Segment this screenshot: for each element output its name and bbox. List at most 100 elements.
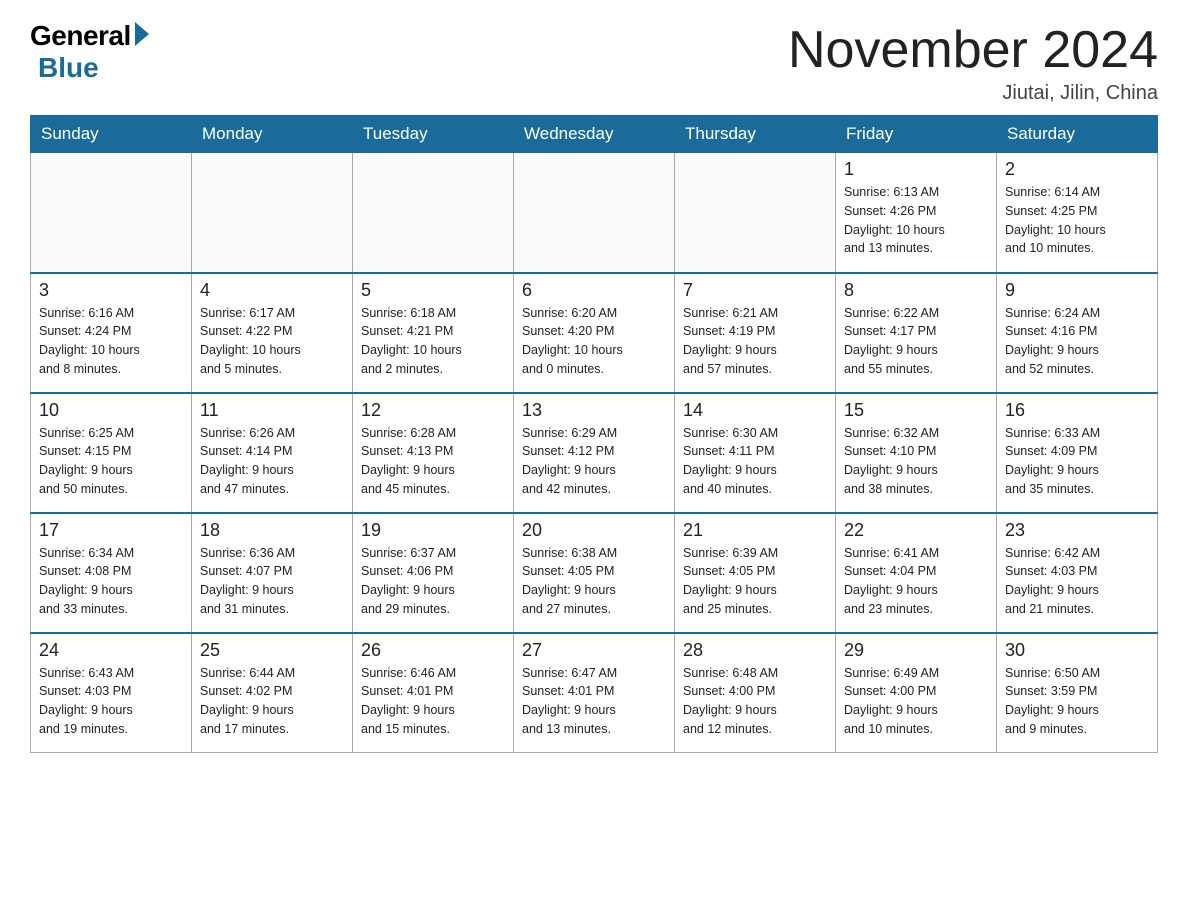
day-info: Sunrise: 6:49 AMSunset: 4:00 PMDaylight:… — [844, 664, 988, 739]
calendar-cell: 17 Sunrise: 6:34 AMSunset: 4:08 PMDayligh… — [31, 513, 192, 633]
day-number: 19 — [361, 520, 505, 541]
day-number: 24 — [39, 640, 183, 661]
logo-general-text: General — [30, 20, 131, 52]
day-info: Sunrise: 6:26 AMSunset: 4:14 PMDaylight:… — [200, 424, 344, 499]
calendar-cell — [514, 153, 675, 273]
day-number: 22 — [844, 520, 988, 541]
calendar-cell: 16 Sunrise: 6:33 AMSunset: 4:09 PMDayligh… — [997, 393, 1158, 513]
day-info: Sunrise: 6:13 AMSunset: 4:26 PMDaylight:… — [844, 183, 988, 258]
calendar-cell: 22 Sunrise: 6:41 AMSunset: 4:04 PMDayligh… — [836, 513, 997, 633]
day-number: 3 — [39, 280, 183, 301]
day-info: Sunrise: 6:17 AMSunset: 4:22 PMDaylight:… — [200, 304, 344, 379]
title-section: November 2024 Jiutai, Jilin, China — [788, 20, 1158, 105]
calendar-cell: 11 Sunrise: 6:26 AMSunset: 4:14 PMDayligh… — [192, 393, 353, 513]
calendar-week-5: 24 Sunrise: 6:43 AMSunset: 4:03 PMDayligh… — [31, 633, 1158, 753]
day-number: 26 — [361, 640, 505, 661]
calendar-cell: 12Sunrise: 6:28 AMSunset: 4:13 PMDayligh… — [353, 393, 514, 513]
calendar-cell — [192, 153, 353, 273]
calendar-cell: 2Sunrise: 6:14 AMSunset: 4:25 PMDaylight… — [997, 153, 1158, 273]
day-info: Sunrise: 6:18 AMSunset: 4:21 PMDaylight:… — [361, 304, 505, 379]
calendar-cell: 3 Sunrise: 6:16 AMSunset: 4:24 PMDaylight… — [31, 273, 192, 393]
day-info: Sunrise: 6:25 AMSunset: 4:15 PMDaylight:… — [39, 424, 183, 499]
month-title: November 2024 — [788, 20, 1158, 80]
calendar-cell: 26 Sunrise: 6:46 AMSunset: 4:01 PMDayligh… — [353, 633, 514, 753]
calendar-cell: 6Sunrise: 6:20 AMSunset: 4:20 PMDaylight… — [514, 273, 675, 393]
day-number: 5 — [361, 280, 505, 301]
logo-arrow-icon — [135, 22, 149, 46]
calendar-cell: 19 Sunrise: 6:37 AMSunset: 4:06 PMDayligh… — [353, 513, 514, 633]
day-number: 29 — [844, 640, 988, 661]
calendar-cell: 30 Sunrise: 6:50 AMSunset: 3:59 PMDayligh… — [997, 633, 1158, 753]
page-header: General Blue November 2024 Jiutai, Jilin… — [30, 20, 1158, 105]
day-info: Sunrise: 6:22 AMSunset: 4:17 PMDaylight:… — [844, 304, 988, 379]
day-info: Sunrise: 6:34 AMSunset: 4:08 PMDaylight:… — [39, 544, 183, 619]
day-info: Sunrise: 6:44 AMSunset: 4:02 PMDaylight:… — [200, 664, 344, 739]
day-number: 15 — [844, 400, 988, 421]
calendar-header-row: SundayMondayTuesdayWednesdayThursdayFrid… — [31, 116, 1158, 153]
day-number: 25 — [200, 640, 344, 661]
calendar-cell: 25 Sunrise: 6:44 AMSunset: 4:02 PMDayligh… — [192, 633, 353, 753]
day-number: 4 — [200, 280, 344, 301]
calendar-cell: 24 Sunrise: 6:43 AMSunset: 4:03 PMDayligh… — [31, 633, 192, 753]
calendar-cell: 5 Sunrise: 6:18 AMSunset: 4:21 PMDaylight… — [353, 273, 514, 393]
weekday-header-sunday: Sunday — [31, 116, 192, 153]
day-info: Sunrise: 6:30 AMSunset: 4:11 PMDaylight:… — [683, 424, 827, 499]
weekday-header-tuesday: Tuesday — [353, 116, 514, 153]
day-number: 8 — [844, 280, 988, 301]
day-info: Sunrise: 6:29 AMSunset: 4:12 PMDaylight:… — [522, 424, 666, 499]
day-number: 30 — [1005, 640, 1149, 661]
calendar-cell: 20 Sunrise: 6:38 AMSunset: 4:05 PMDayligh… — [514, 513, 675, 633]
day-info: Sunrise: 6:48 AMSunset: 4:00 PMDaylight:… — [683, 664, 827, 739]
day-number: 1 — [844, 159, 988, 180]
day-info: Sunrise: 6:46 AMSunset: 4:01 PMDaylight:… — [361, 664, 505, 739]
day-number: 23 — [1005, 520, 1149, 541]
day-number: 18 — [200, 520, 344, 541]
day-info: Sunrise: 6:14 AMSunset: 4:25 PMDaylight:… — [1005, 183, 1149, 258]
day-info: Sunrise: 6:24 AMSunset: 4:16 PMDaylight:… — [1005, 304, 1149, 379]
day-number: 20 — [522, 520, 666, 541]
day-number: 16 — [1005, 400, 1149, 421]
day-info: Sunrise: 6:33 AMSunset: 4:09 PMDaylight:… — [1005, 424, 1149, 499]
day-number: 10 — [39, 400, 183, 421]
weekday-header-thursday: Thursday — [675, 116, 836, 153]
weekday-header-friday: Friday — [836, 116, 997, 153]
day-number: 14 — [683, 400, 827, 421]
day-info: Sunrise: 6:42 AMSunset: 4:03 PMDaylight:… — [1005, 544, 1149, 619]
calendar-week-4: 17 Sunrise: 6:34 AMSunset: 4:08 PMDayligh… — [31, 513, 1158, 633]
weekday-header-monday: Monday — [192, 116, 353, 153]
calendar-cell — [353, 153, 514, 273]
day-number: 27 — [522, 640, 666, 661]
logo-blue-text: Blue — [38, 52, 99, 84]
day-info: Sunrise: 6:36 AMSunset: 4:07 PMDaylight:… — [200, 544, 344, 619]
calendar-cell: 28 Sunrise: 6:48 AMSunset: 4:00 PMDayligh… — [675, 633, 836, 753]
day-info: Sunrise: 6:50 AMSunset: 3:59 PMDaylight:… — [1005, 664, 1149, 739]
calendar-cell: 9Sunrise: 6:24 AMSunset: 4:16 PMDaylight… — [997, 273, 1158, 393]
day-info: Sunrise: 6:16 AMSunset: 4:24 PMDaylight:… — [39, 304, 183, 379]
calendar-week-1: 1 Sunrise: 6:13 AMSunset: 4:26 PMDaylight… — [31, 153, 1158, 273]
day-number: 28 — [683, 640, 827, 661]
calendar-cell — [675, 153, 836, 273]
day-number: 12 — [361, 400, 505, 421]
calendar-cell: 4 Sunrise: 6:17 AMSunset: 4:22 PMDaylight… — [192, 273, 353, 393]
logo: General Blue — [30, 20, 149, 84]
day-info: Sunrise: 6:41 AMSunset: 4:04 PMDaylight:… — [844, 544, 988, 619]
day-info: Sunrise: 6:38 AMSunset: 4:05 PMDaylight:… — [522, 544, 666, 619]
day-info: Sunrise: 6:39 AMSunset: 4:05 PMDaylight:… — [683, 544, 827, 619]
calendar-cell: 15Sunrise: 6:32 AMSunset: 4:10 PMDayligh… — [836, 393, 997, 513]
calendar-cell: 21Sunrise: 6:39 AMSunset: 4:05 PMDayligh… — [675, 513, 836, 633]
calendar: SundayMondayTuesdayWednesdayThursdayFrid… — [30, 115, 1158, 753]
day-number: 17 — [39, 520, 183, 541]
calendar-cell: 10 Sunrise: 6:25 AMSunset: 4:15 PMDayligh… — [31, 393, 192, 513]
weekday-header-wednesday: Wednesday — [514, 116, 675, 153]
day-number: 11 — [200, 400, 344, 421]
calendar-cell: 23 Sunrise: 6:42 AMSunset: 4:03 PMDayligh… — [997, 513, 1158, 633]
logo-top: General — [30, 20, 149, 52]
day-info: Sunrise: 6:43 AMSunset: 4:03 PMDaylight:… — [39, 664, 183, 739]
weekday-header-saturday: Saturday — [997, 116, 1158, 153]
day-info: Sunrise: 6:37 AMSunset: 4:06 PMDaylight:… — [361, 544, 505, 619]
calendar-cell — [31, 153, 192, 273]
calendar-week-3: 10 Sunrise: 6:25 AMSunset: 4:15 PMDayligh… — [31, 393, 1158, 513]
calendar-cell: 1 Sunrise: 6:13 AMSunset: 4:26 PMDaylight… — [836, 153, 997, 273]
day-info: Sunrise: 6:47 AMSunset: 4:01 PMDaylight:… — [522, 664, 666, 739]
day-number: 6 — [522, 280, 666, 301]
